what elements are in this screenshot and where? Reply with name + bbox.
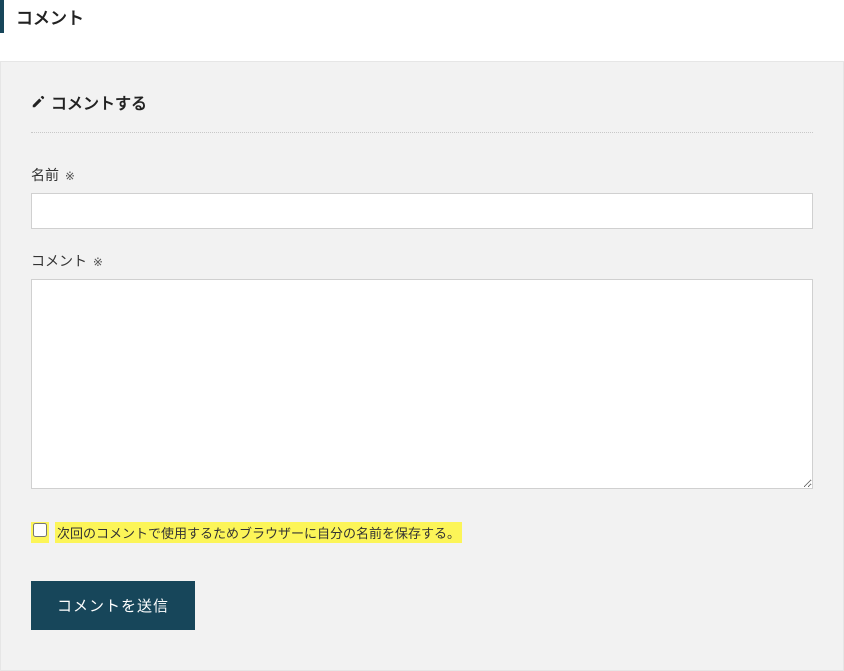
name-field-group: 名前 ※ xyxy=(31,165,813,229)
section-title: コメント xyxy=(16,4,844,29)
pencil-icon xyxy=(31,95,45,109)
save-name-checkbox-row: 次回のコメントで使用するためブラウザーに自分の名前を保存する。 xyxy=(31,522,813,543)
submit-button[interactable]: コメントを送信 xyxy=(31,581,195,630)
name-label: 名前 ※ xyxy=(31,165,813,185)
comment-label: コメント ※ xyxy=(31,251,813,271)
checkbox-highlight xyxy=(31,522,49,543)
comment-form-container: コメントする 名前 ※ コメント ※ 次回のコメントで使用するためブラウザーに自… xyxy=(0,61,844,671)
name-label-text: 名前 xyxy=(31,167,59,183)
name-input[interactable] xyxy=(31,193,813,229)
comment-textarea[interactable] xyxy=(31,279,813,489)
save-name-checkbox-label[interactable]: 次回のコメントで使用するためブラウザーに自分の名前を保存する。 xyxy=(55,522,462,543)
comment-required-mark: ※ xyxy=(93,255,103,269)
form-heading-text: コメントする xyxy=(51,90,147,114)
section-header: コメント xyxy=(0,0,844,33)
form-heading: コメントする xyxy=(31,90,813,133)
name-required-mark: ※ xyxy=(65,169,75,183)
comment-field-group: コメント ※ xyxy=(31,251,813,494)
comment-label-text: コメント xyxy=(31,253,87,269)
save-name-checkbox[interactable] xyxy=(33,523,47,537)
